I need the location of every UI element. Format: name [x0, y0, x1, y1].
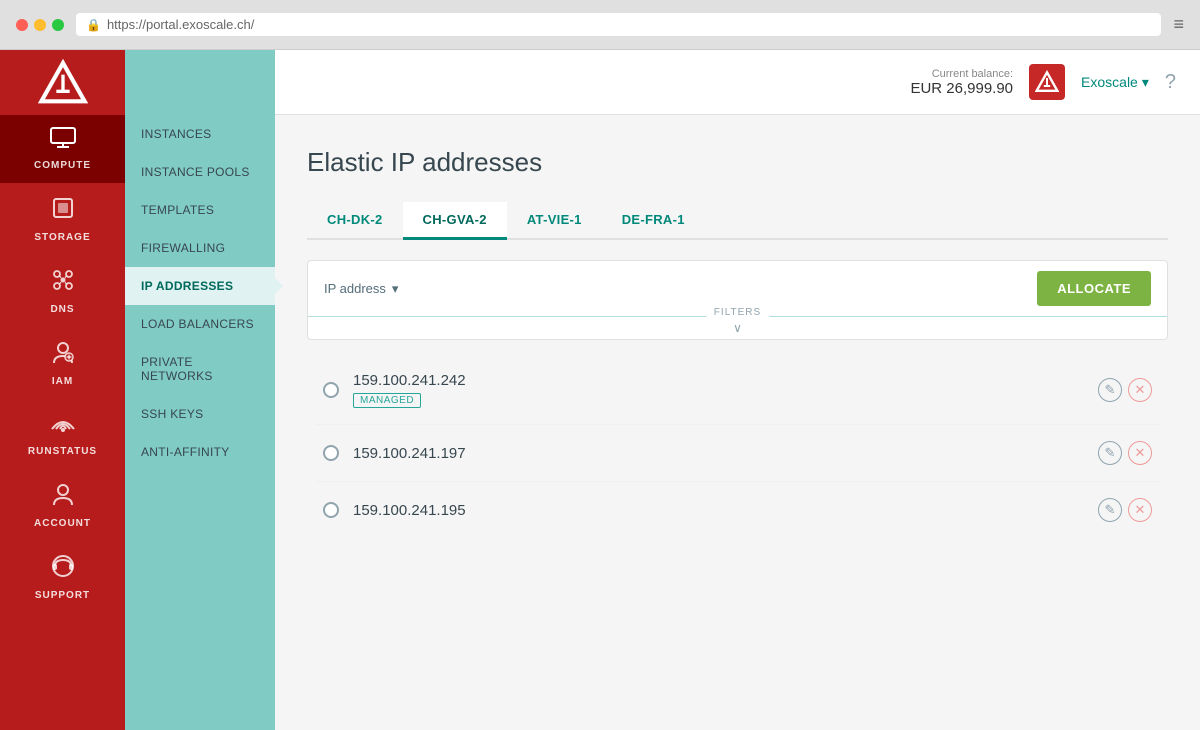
exoscale-logo-small — [1035, 70, 1059, 94]
ip-info-2: 159.100.241.197 — [353, 445, 1084, 462]
main-content: Current balance: EUR 26,999.90 Exoscale … — [275, 50, 1200, 730]
ip-address-2: 159.100.241.197 — [353, 445, 1084, 462]
nav-label-runstatus: RUNSTATUS — [28, 446, 97, 457]
ip-actions-1: ✎ ✕ — [1098, 378, 1152, 402]
close-dot — [16, 19, 28, 31]
logo-area — [0, 50, 125, 115]
nav-item-compute[interactable]: COMPUTE — [0, 115, 125, 183]
filter-dropdown[interactable]: IP address ▾ — [324, 281, 398, 297]
top-header: Current balance: EUR 26,999.90 Exoscale … — [275, 50, 1200, 115]
page-title: Elastic IP addresses — [307, 147, 1168, 178]
dns-icon — [50, 267, 76, 299]
filter-bar: IP address ▾ ALLOCATE FILTERS ∨ — [307, 260, 1168, 340]
filter-divider: FILTERS — [308, 316, 1167, 317]
nav-label-iam: IAM — [52, 376, 73, 387]
ip-list-item: 159.100.241.195 ✎ ✕ — [315, 482, 1160, 538]
account-icon — [50, 481, 76, 513]
subnav-ssh-keys[interactable]: SSH KEYS — [125, 395, 275, 433]
ip-radio-1[interactable] — [323, 382, 339, 398]
ip-radio-3[interactable] — [323, 502, 339, 518]
nav-label-account: ACCOUNT — [34, 518, 91, 529]
balance-label: Current balance: — [910, 68, 1013, 80]
subnav-private-networks[interactable]: PRIVATE NETWORKS — [125, 343, 275, 395]
page-body: Elastic IP addresses CH-DK-2 CH-GVA-2 AT… — [275, 115, 1200, 570]
subnav-load-balancers[interactable]: LOAD BALANCERS — [125, 305, 275, 343]
support-icon — [50, 553, 76, 585]
nav-item-support[interactable]: SUPPORT — [0, 541, 125, 613]
account-dropdown-icon: ▾ — [1142, 74, 1149, 91]
nav-item-account[interactable]: ACCOUNT — [0, 469, 125, 541]
ip-actions-3: ✎ ✕ — [1098, 498, 1152, 522]
storage-icon — [50, 195, 76, 227]
tab-de-fra-1[interactable]: DE-FRA-1 — [602, 202, 705, 240]
filter-dropdown-chevron: ▾ — [392, 281, 399, 297]
ip-address-1: 159.100.241.242 — [353, 372, 1084, 389]
compute-icon — [50, 127, 76, 155]
tab-ch-dk-2[interactable]: CH-DK-2 — [307, 202, 403, 240]
runstatus-icon — [49, 411, 77, 441]
maximize-dot — [52, 19, 64, 31]
zone-tabs: CH-DK-2 CH-GVA-2 AT-VIE-1 DE-FRA-1 — [307, 202, 1168, 240]
nav-item-iam[interactable]: IAM — [0, 327, 125, 399]
filter-dropdown-label: IP address — [324, 281, 386, 296]
ip-badge-1: MANAGED — [353, 393, 421, 408]
iam-icon — [50, 339, 76, 371]
ip-delete-button-2[interactable]: ✕ — [1128, 441, 1152, 465]
ip-radio-2[interactable] — [323, 445, 339, 461]
url-bar[interactable]: 🔒 https://portal.exoscale.ch/ — [76, 13, 1161, 36]
browser-chrome: 🔒 https://portal.exoscale.ch/ ≡ — [0, 0, 1200, 50]
sub-nav-sidebar: INSTANCES INSTANCE POOLS TEMPLATES FIREW… — [125, 50, 275, 730]
nav-item-dns[interactable]: DNS — [0, 255, 125, 327]
ip-edit-button-2[interactable]: ✎ — [1098, 441, 1122, 465]
subnav-ip-addresses[interactable]: IP ADDRESSES — [125, 267, 275, 305]
ip-delete-button-3[interactable]: ✕ — [1128, 498, 1152, 522]
ip-edit-button-3[interactable]: ✎ — [1098, 498, 1122, 522]
ip-actions-2: ✎ ✕ — [1098, 441, 1152, 465]
ip-edit-button-1[interactable]: ✎ — [1098, 378, 1122, 402]
nav-item-storage[interactable]: STORAGE — [0, 183, 125, 255]
balance-amount: EUR 26,999.90 — [910, 80, 1013, 97]
ip-delete-button-1[interactable]: ✕ — [1128, 378, 1152, 402]
subnav-instance-pools[interactable]: INSTANCE POOLS — [125, 153, 275, 191]
app-container: COMPUTE STORAGE — [0, 50, 1200, 730]
allocate-button[interactable]: ALLOCATE — [1037, 271, 1151, 306]
browser-menu-icon[interactable]: ≡ — [1173, 14, 1184, 35]
ip-info-1: 159.100.241.242 MANAGED — [353, 372, 1084, 408]
filter-expand-chevron[interactable]: ∨ — [308, 317, 1167, 339]
nav-label-support: SUPPORT — [35, 590, 90, 601]
subnav-instances[interactable]: INSTANCES — [125, 115, 275, 153]
browser-window-controls — [16, 19, 64, 31]
filters-label: FILTERS — [706, 307, 769, 318]
ip-info-3: 159.100.241.195 — [353, 502, 1084, 519]
account-logo — [1029, 64, 1065, 100]
account-name-dropdown[interactable]: Exoscale ▾ — [1081, 74, 1149, 91]
ip-address-list: 159.100.241.242 MANAGED ✎ ✕ 159.100.241.… — [307, 356, 1168, 538]
help-icon[interactable]: ? — [1165, 71, 1176, 94]
url-text: https://portal.exoscale.ch/ — [107, 17, 254, 32]
app-logo — [38, 58, 88, 108]
ip-address-3: 159.100.241.195 — [353, 502, 1084, 519]
nav-label-compute: COMPUTE — [34, 160, 91, 171]
ip-list-item: 159.100.241.197 ✎ ✕ — [315, 425, 1160, 482]
nav-label-dns: DNS — [50, 304, 74, 315]
nav-item-runstatus[interactable]: RUNSTATUS — [0, 399, 125, 469]
subnav-firewalling[interactable]: FIREWALLING — [125, 229, 275, 267]
icon-nav-sidebar: COMPUTE STORAGE — [0, 50, 125, 730]
tab-ch-gva-2[interactable]: CH-GVA-2 — [403, 202, 507, 240]
ip-list-item: 159.100.241.242 MANAGED ✎ ✕ — [315, 356, 1160, 425]
tab-at-vie-1[interactable]: AT-VIE-1 — [507, 202, 602, 240]
account-name-text: Exoscale — [1081, 74, 1138, 90]
subnav-anti-affinity[interactable]: ANTI-AFFINITY — [125, 433, 275, 471]
subnav-templates[interactable]: TEMPLATES — [125, 191, 275, 229]
nav-label-storage: STORAGE — [34, 232, 90, 243]
balance-area: Current balance: EUR 26,999.90 — [910, 68, 1013, 97]
minimize-dot — [34, 19, 46, 31]
